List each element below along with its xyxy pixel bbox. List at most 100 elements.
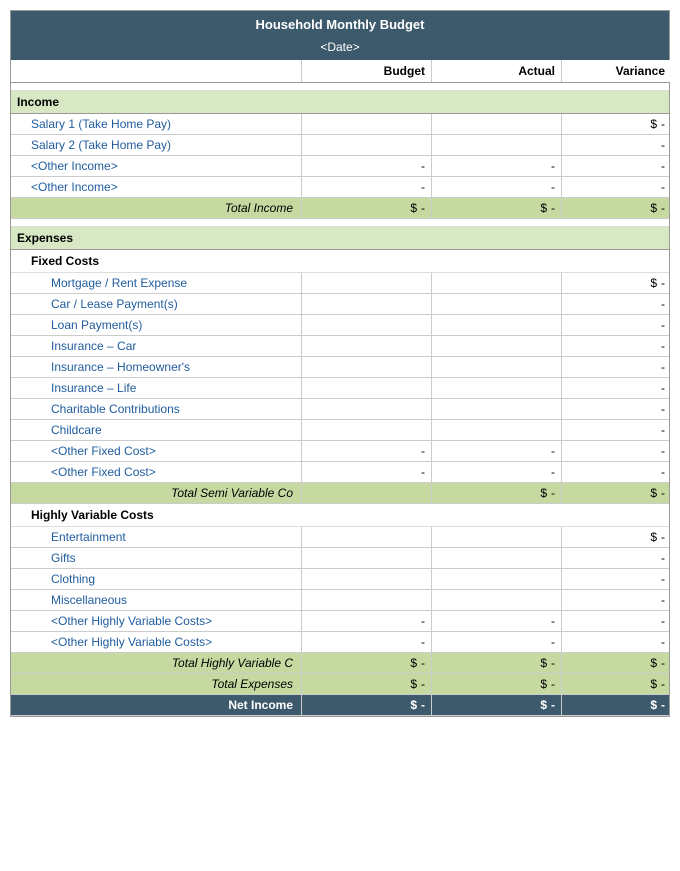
total-expenses-row: Total Expenses $ - $ - $ - — [11, 674, 669, 695]
miscellaneous-budget[interactable] — [301, 590, 431, 610]
income-other1-budget: - — [301, 156, 431, 176]
total-income-variance: $ - — [561, 198, 671, 218]
col-variance: Variance — [561, 60, 671, 82]
other-fixed1-label: <Other Fixed Cost> — [11, 441, 301, 461]
total-semi-variance: $ - — [561, 483, 671, 503]
table-row: Loan Payment(s) - — [11, 315, 669, 336]
insurance-life-budget[interactable] — [301, 378, 431, 398]
table-row: Insurance – Life - — [11, 378, 669, 399]
loan-label: Loan Payment(s) — [11, 315, 301, 335]
entertainment-label: Entertainment — [11, 527, 301, 547]
total-income-actual: $ - — [431, 198, 561, 218]
expenses-section-label: Expenses — [11, 227, 669, 250]
table-row: <Other Highly Variable Costs> - - - — [11, 611, 669, 632]
table-row: Salary 1 (Take Home Pay) $- — [11, 114, 669, 135]
income-salary2-budget[interactable] — [301, 135, 431, 155]
childcare-budget[interactable] — [301, 420, 431, 440]
other-fixed2-actual: - — [431, 462, 561, 482]
insurance-home-actual[interactable] — [431, 357, 561, 377]
total-expenses-budget: $ - — [301, 674, 431, 694]
income-salary1-variance: $- — [561, 114, 671, 134]
insurance-home-budget[interactable] — [301, 357, 431, 377]
childcare-label: Childcare — [11, 420, 301, 440]
other-hv1-label: <Other Highly Variable Costs> — [11, 611, 301, 631]
clothing-label: Clothing — [11, 569, 301, 589]
car-lease-budget[interactable] — [301, 294, 431, 314]
gifts-variance: - — [561, 548, 671, 568]
gifts-budget[interactable] — [301, 548, 431, 568]
income-salary1-actual[interactable] — [431, 114, 561, 134]
table-row: Entertainment $ - — [11, 527, 669, 548]
other-hv2-label: <Other Highly Variable Costs> — [11, 632, 301, 652]
total-hv-budget: $ - — [301, 653, 431, 673]
entertainment-variance: $ - — [561, 527, 671, 547]
clothing-actual[interactable] — [431, 569, 561, 589]
insurance-life-actual[interactable] — [431, 378, 561, 398]
total-income-budget: $ - — [301, 198, 431, 218]
income-other1-variance: - — [561, 156, 671, 176]
loan-actual[interactable] — [431, 315, 561, 335]
total-expenses-label: Total Expenses — [11, 674, 301, 694]
gifts-label: Gifts — [11, 548, 301, 568]
charitable-actual[interactable] — [431, 399, 561, 419]
income-salary2-label: Salary 2 (Take Home Pay) — [11, 135, 301, 155]
other-fixed2-label: <Other Fixed Cost> — [11, 462, 301, 482]
mortgage-label: Mortgage / Rent Expense — [11, 273, 301, 293]
other-hv1-budget: - — [301, 611, 431, 631]
table-row: Clothing - — [11, 569, 669, 590]
childcare-actual[interactable] — [431, 420, 561, 440]
net-income-actual: $ - — [431, 695, 561, 715]
loan-variance: - — [561, 315, 671, 335]
table-row: Mortgage / Rent Expense $ - — [11, 273, 669, 294]
other-fixed1-actual: - — [431, 441, 561, 461]
spreadsheet-title: Household Monthly Budget — [11, 11, 669, 38]
total-hv-label: Total Highly Variable C — [11, 653, 301, 673]
income-salary1-label: Salary 1 (Take Home Pay) — [11, 114, 301, 134]
table-row: Gifts - — [11, 548, 669, 569]
income-other2-label: <Other Income> — [11, 177, 301, 197]
total-expenses-variance: $ - — [561, 674, 671, 694]
miscellaneous-actual[interactable] — [431, 590, 561, 610]
spreadsheet-date: <Date> — [11, 38, 669, 60]
other-fixed1-variance: - — [561, 441, 671, 461]
gifts-actual[interactable] — [431, 548, 561, 568]
mortgage-variance: $ - — [561, 273, 671, 293]
clothing-variance: - — [561, 569, 671, 589]
insurance-car-budget[interactable] — [301, 336, 431, 356]
table-row: <Other Income> - - - — [11, 156, 669, 177]
col-budget: Budget — [301, 60, 431, 82]
fixed-costs-label: Fixed Costs — [11, 250, 669, 273]
total-income-label: Total Income — [11, 198, 301, 218]
table-row: Miscellaneous - — [11, 590, 669, 611]
income-other2-actual: - — [431, 177, 561, 197]
income-salary2-variance: - — [561, 135, 671, 155]
table-row: Insurance – Homeowner's - — [11, 357, 669, 378]
dollar-sign: $ — [650, 117, 657, 131]
insurance-home-label: Insurance – Homeowner's — [11, 357, 301, 377]
total-hv-actual: $ - — [431, 653, 561, 673]
table-row: Childcare - — [11, 420, 669, 441]
total-income-row: Total Income $ - $ - $ - — [11, 198, 669, 219]
other-hv2-actual: - — [431, 632, 561, 652]
other-fixed2-budget: - — [301, 462, 431, 482]
income-salary1-budget[interactable] — [301, 114, 431, 134]
charitable-budget[interactable] — [301, 399, 431, 419]
other-hv2-variance: - — [561, 632, 671, 652]
miscellaneous-label: Miscellaneous — [11, 590, 301, 610]
mortgage-budget[interactable] — [301, 273, 431, 293]
table-row: <Other Highly Variable Costs> - - - — [11, 632, 669, 653]
income-section-label: Income — [11, 91, 669, 114]
other-hv2-budget: - — [301, 632, 431, 652]
insurance-car-actual[interactable] — [431, 336, 561, 356]
clothing-budget[interactable] — [301, 569, 431, 589]
other-fixed1-budget: - — [301, 441, 431, 461]
car-lease-actual[interactable] — [431, 294, 561, 314]
loan-budget[interactable] — [301, 315, 431, 335]
net-income-label: Net Income — [11, 695, 301, 715]
income-salary2-actual[interactable] — [431, 135, 561, 155]
miscellaneous-variance: - — [561, 590, 671, 610]
table-row: Salary 2 (Take Home Pay) - — [11, 135, 669, 156]
entertainment-budget[interactable] — [301, 527, 431, 547]
entertainment-actual[interactable] — [431, 527, 561, 547]
mortgage-actual[interactable] — [431, 273, 561, 293]
